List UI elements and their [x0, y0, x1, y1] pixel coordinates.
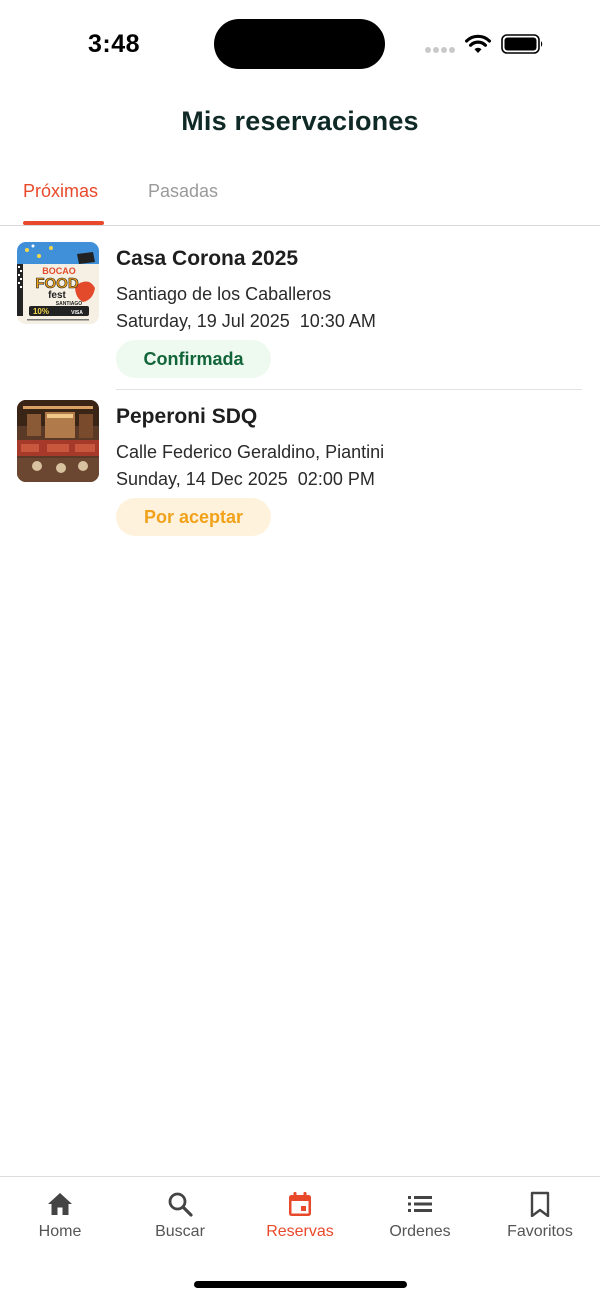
- wifi-icon: [465, 34, 491, 53]
- home-indicator[interactable]: [194, 1281, 407, 1288]
- calendar-icon: [289, 1192, 311, 1216]
- active-tab-indicator: [23, 221, 104, 225]
- tab-proximas[interactable]: Próximas: [23, 181, 98, 202]
- tab-pasadas[interactable]: Pasadas: [148, 181, 218, 202]
- reservation-tabs: Próximas Pasadas: [0, 165, 600, 226]
- reservation-datetime: Saturday, 19 Jul 2025 10:30 AM: [116, 311, 376, 331]
- nav-label: Home: [38, 1223, 82, 1240]
- reservation-title: Peperoni SDQ: [116, 405, 258, 428]
- reservation-card[interactable]: BOCAO FOOD fest SANTIAGO 10% VISA Casa C…: [0, 228, 600, 385]
- home-icon: [48, 1193, 72, 1215]
- nav-label: Ordenes: [389, 1223, 451, 1240]
- event-poster-image: BOCAO FOOD fest SANTIAGO 10% VISA: [17, 242, 99, 324]
- reservation-card[interactable]: Peperoni SDQ Calle Federico Geraldino, P…: [0, 386, 600, 543]
- search-icon: [168, 1192, 193, 1217]
- status-badge-pending: Por aceptar: [116, 498, 271, 536]
- page-title: Mis reservaciones: [181, 106, 419, 136]
- restaurant-photo-image: [17, 400, 99, 482]
- poster-text: 10%: [33, 307, 49, 316]
- reservation-address: Calle Federico Geraldino, Piantini: [116, 442, 385, 462]
- nav-item-reservas[interactable]: Reservas: [240, 1177, 360, 1257]
- poster-text: fest: [48, 290, 66, 301]
- reservation-title: Casa Corona 2025: [116, 247, 299, 270]
- nav-item-buscar[interactable]: Buscar: [120, 1177, 240, 1257]
- nav-label: Reservas: [266, 1223, 334, 1240]
- cellular-signal-icon: [425, 47, 455, 53]
- nav-item-ordenes[interactable]: Ordenes: [360, 1177, 480, 1257]
- battery-icon: [501, 34, 543, 54]
- reservation-address: Santiago de los Caballeros: [116, 284, 332, 304]
- bookmark-icon: [530, 1191, 550, 1217]
- nav-item-home[interactable]: Home: [0, 1177, 120, 1257]
- poster-text: VISA: [71, 310, 83, 316]
- status-bar: 3:48: [0, 0, 600, 90]
- dynamic-island: [214, 19, 385, 69]
- status-time: 3:48: [88, 30, 141, 58]
- list-icon: [408, 1196, 432, 1212]
- nav-label: Favoritos: [507, 1223, 573, 1240]
- reservation-datetime: Sunday, 14 Dec 2025 02:00 PM: [116, 469, 375, 489]
- status-badge-confirmed: Confirmada: [116, 340, 271, 378]
- nav-item-favoritos[interactable]: Favoritos: [480, 1177, 600, 1257]
- nav-label: Buscar: [155, 1223, 205, 1240]
